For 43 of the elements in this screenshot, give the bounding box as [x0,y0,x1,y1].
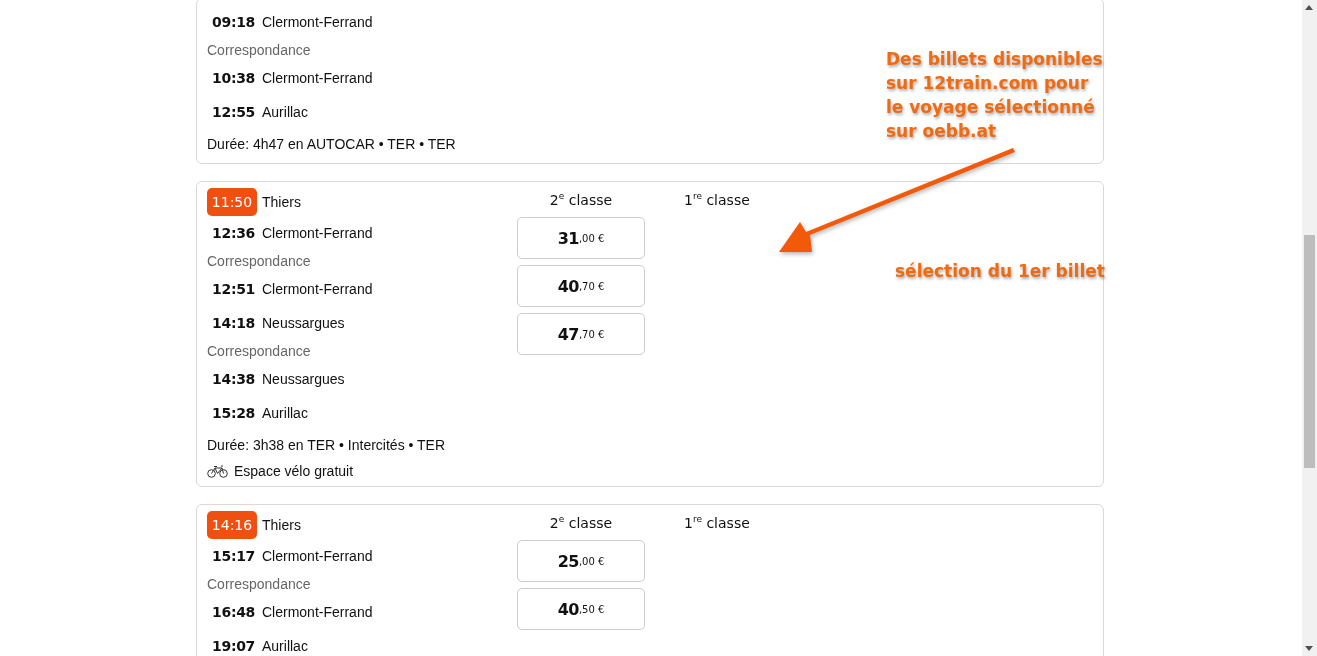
amenity-text: Espace vélo gratuit [234,463,354,479]
annotation-note: Des billets disponibles sur 12train.com pour le voyage sélectionné sur oebb.at [886,48,1104,143]
class-header: 1$^{re}$ classe [684,191,750,208]
scroll-down-arrow-icon[interactable] [1305,646,1313,651]
stop-time: 12:51 [211,281,257,297]
station-name: Aurillac [262,638,308,654]
connection-label: Correspondance [207,576,311,592]
class-header: 1$^{re}$ classe [684,514,750,531]
stop-time: 15:17 [211,548,257,564]
station-name: Clermont-Ferrand [262,604,373,620]
duration-text: Durée: 4h47 en AUTOCAR • TER • TER [207,136,456,152]
stop-time: 19:07 [211,638,257,654]
departure-time-badge: 14:16 [207,511,257,539]
station-name: Clermont-Ferrand [262,14,373,30]
scroll-up-arrow-icon[interactable] [1305,5,1313,10]
station-name: Clermont-Ferrand [262,70,373,86]
station-name: Neussargues [262,371,345,387]
station-name: Aurillac [262,104,308,120]
station-name: Clermont-Ferrand [262,281,373,297]
station-name: Thiers [262,194,301,210]
departure-time-badge: 11:50 [207,188,257,216]
stop-time: 15:28 [211,405,257,421]
stop-time: 10:38 [211,70,257,86]
stop-time: 14:38 [211,371,257,387]
connection-label: Correspondance [207,42,311,58]
station-name: Neussargues [262,315,345,331]
connection-label: Correspondance [207,253,311,269]
class-header: 2$^{e}$ classe [549,191,613,208]
station-name: Clermont-Ferrand [262,548,373,564]
scrollbar-thumb[interactable] [1304,235,1315,468]
stop-time: 12:36 [211,225,257,241]
annotation-caption: sélection du 1er billet [895,260,1105,283]
stop-time: 16:48 [211,604,257,620]
stop-time: 09:18 [211,14,257,30]
duration-text: Durée: 3h38 en TER • Intercités • TER [207,437,446,453]
stop-time: 12:55 [211,104,257,120]
station-name: Aurillac [262,405,308,421]
bicycle-icon [207,464,228,478]
connection-label: Correspondance [207,343,311,359]
stop-time: 14:18 [211,315,257,331]
station-name: Clermont-Ferrand [262,225,373,241]
station-name: Thiers [262,517,301,533]
class-header: 2$^{e}$ classe [549,514,613,531]
